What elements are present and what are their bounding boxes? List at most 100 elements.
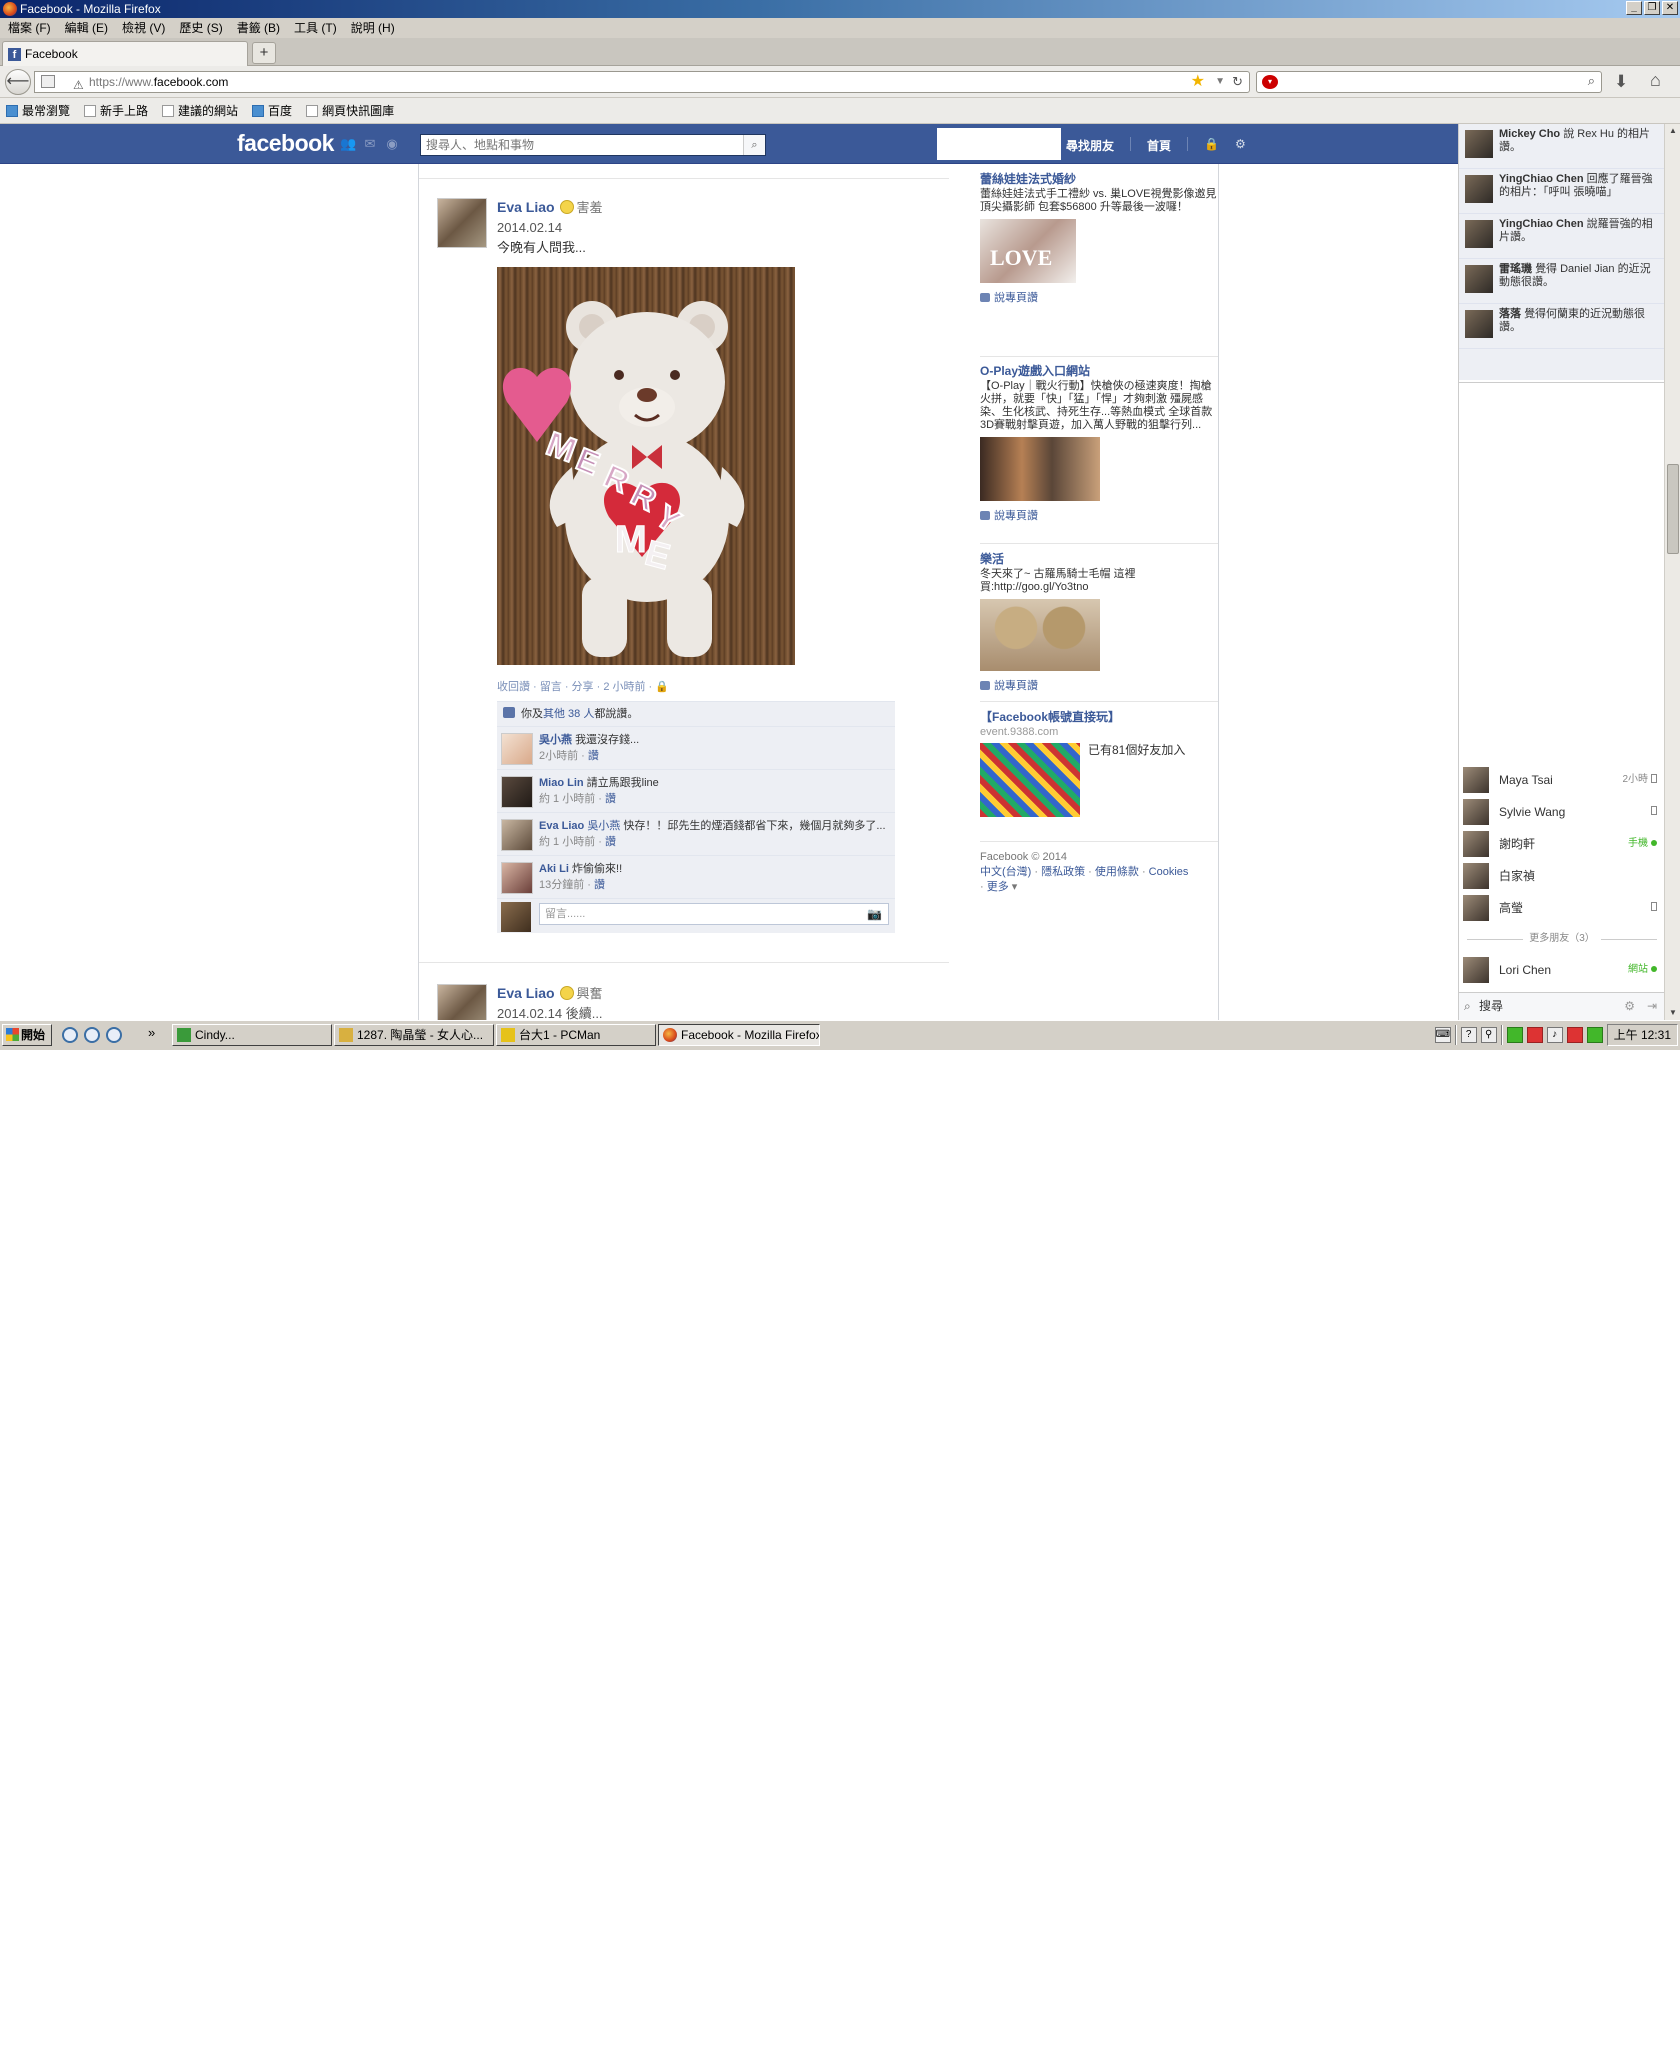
ad-title[interactable]: 【Facebook帳號直接玩】 (980, 710, 1218, 725)
media-player-icon[interactable] (84, 1027, 100, 1043)
author-avatar[interactable] (437, 198, 487, 248)
story-photo[interactable]: M E R R Y M E (497, 267, 795, 665)
commenter-avatar[interactable] (501, 862, 533, 894)
commenter-name[interactable]: 吳小燕 (539, 734, 572, 746)
find-friends-link[interactable]: 尋找朋友 (1066, 137, 1114, 154)
ticker-item[interactable]: YingChiao Chen 回應了羅晉強的相片：「呼叫 張曉喵」 (1459, 169, 1665, 214)
fb-search-input[interactable]: 搜尋人、地點和事物 ⌕ (420, 134, 766, 156)
ad-unit[interactable]: 【Facebook帳號直接玩】 event.9388.com 已有81個好友加入 (980, 710, 1218, 842)
taskbar-task[interactable]: 台大1 - PCMan (496, 1024, 656, 1046)
search-icon[interactable]: ⌕ (1588, 73, 1595, 89)
comment-time[interactable]: 2小時前 (539, 750, 578, 762)
taskbar-task-active[interactable]: Facebook - Mozilla Firefox (658, 1024, 820, 1046)
search-engine-icon[interactable]: ▾ (1262, 75, 1278, 89)
chat-friend[interactable]: Maya Tsai 2小時 (1459, 764, 1665, 796)
comment-mention[interactable]: 吳小燕 (587, 820, 620, 832)
comment-input[interactable]: 留言...... 📷 (539, 903, 889, 925)
scroll-down-arrow-icon[interactable]: ▼ (1665, 1006, 1680, 1020)
ad-image[interactable]: LOVE (980, 219, 1076, 283)
bookmark-baidu[interactable]: 百度 (252, 98, 292, 123)
url-bar[interactable]: ⚠ https://www.facebook.com ★ ▼ ↻ (34, 71, 1250, 93)
camera-icon[interactable]: 📷 (867, 904, 882, 924)
help-icon[interactable]: ? (1460, 1027, 1477, 1043)
minimize-button[interactable]: _ (1626, 1, 1642, 15)
home-icon[interactable]: ⌂ (1650, 70, 1661, 91)
bookmark-star-icon[interactable]: ★ (1191, 72, 1205, 92)
ad-title[interactable]: 樂活 (980, 552, 1218, 567)
notifications-icon[interactable]: ◉ (384, 137, 400, 151)
chat-options-gear-icon[interactable]: ⚙ (1624, 993, 1635, 1019)
antivirus-icon[interactable] (1526, 1027, 1543, 1043)
chat-hide-sidebar-icon[interactable]: ⇥ (1647, 993, 1657, 1019)
ad-like-page[interactable]: 說專頁讚 (980, 509, 1218, 523)
menu-edit[interactable]: 編輯 (E) (65, 18, 108, 38)
url-dropdown-icon[interactable]: ▼ (1215, 72, 1225, 92)
reload-icon[interactable]: ↻ (1232, 72, 1243, 92)
ad-unit[interactable]: 樂活 冬天來了~ 古羅馬騎士毛帽 這裡買:http://goo.gl/Yo3tn… (980, 552, 1218, 702)
search-engine-box[interactable]: ▾ ⌕ (1256, 71, 1602, 93)
download-icon[interactable]: ⬇ (1614, 72, 1628, 92)
ie-icon[interactable] (62, 1027, 78, 1043)
comment-like-link[interactable]: 讚 (588, 750, 599, 762)
scroll-up-arrow-icon[interactable]: ▲ (1665, 124, 1680, 138)
menu-tools[interactable]: 工具 (T) (294, 18, 337, 38)
author-name[interactable]: Eva Liao (497, 199, 555, 215)
comment-like-link[interactable]: 讚 (605, 836, 616, 848)
ad-image[interactable] (980, 599, 1100, 671)
menu-history[interactable]: 歷史 (S) (179, 18, 222, 38)
commenter-name[interactable]: Miao Lin (539, 777, 584, 789)
adobe-icon[interactable] (1566, 1027, 1583, 1043)
commenter-name[interactable]: Eva Liao (539, 820, 584, 832)
bookmark-web-slices[interactable]: 網頁快訊圖庫 (306, 98, 394, 123)
footer-cookies-link[interactable]: Cookies (1149, 866, 1189, 878)
volume-icon[interactable]: ♪ (1546, 1027, 1563, 1043)
messages-icon[interactable]: ✉ (362, 137, 378, 151)
bookmark-most-visited[interactable]: 最常瀏覽 (6, 98, 70, 123)
taskbar-task[interactable]: Cindy... (172, 1024, 332, 1046)
bookmark-getting-started[interactable]: 新手上路 (84, 98, 148, 123)
comment-time[interactable]: 13分鐘前 (539, 879, 584, 891)
footer-language-link[interactable]: 中文(台灣) (980, 866, 1031, 878)
browser-icon[interactable] (106, 1027, 122, 1043)
start-button[interactable]: 開始 (2, 1024, 52, 1046)
page-identity-icon[interactable] (41, 75, 55, 88)
footer-more-link[interactable]: 更多 (987, 881, 1009, 893)
author-avatar[interactable] (437, 984, 487, 1020)
story-actions[interactable]: 收回讚 · 留言 · 分享 · 2 小時前 · 🔒 (497, 679, 927, 695)
settings-gear-icon[interactable]: ⚙ (1235, 137, 1246, 154)
ticker-item[interactable]: 落落 覺得何蘭東的近況動態很讚。 (1459, 304, 1665, 349)
comment-like-link[interactable]: 讚 (594, 879, 605, 891)
ad-image[interactable] (980, 743, 1080, 817)
commenter-avatar[interactable] (501, 776, 533, 808)
bookmark-suggested-sites[interactable]: 建議的網站 (162, 98, 238, 123)
likes-link[interactable]: 其他 38 人 (543, 708, 594, 720)
chat-friend[interactable]: 高瑩 (1459, 892, 1665, 924)
comment-time[interactable]: 約 1 小時前 (539, 793, 595, 805)
comment-like-link[interactable]: 讚 (605, 793, 616, 805)
new-tab-button[interactable]: + (252, 42, 276, 64)
commenter-name[interactable]: Aki Li (539, 863, 569, 875)
chat-friend[interactable]: 謝昀軒 手機 (1459, 828, 1665, 860)
ad-like-page[interactable]: 說專頁讚 (980, 679, 1218, 693)
ad-title[interactable]: O-Play遊戲入口網站 (980, 364, 1218, 379)
commenter-avatar[interactable] (501, 733, 533, 765)
scrollbar-thumb[interactable] (1667, 464, 1679, 554)
ad-unit[interactable]: 蕾絲娃娃法式婚紗 蕾絲娃娃法式手工禮紗 vs. 巢LOVE視覺影像邀見頂尖攝影師… (980, 172, 1218, 357)
taskbar-clock[interactable]: 上午 12:31 (1606, 1024, 1678, 1046)
ad-image[interactable] (980, 437, 1100, 501)
comment-time[interactable]: 約 1 小時前 (539, 836, 595, 848)
search-icon[interactable]: ⌕ (743, 135, 765, 155)
menu-bookmarks[interactable]: 書籤 (B) (237, 18, 280, 38)
privacy-shortcuts-icon[interactable]: 🔒 (1204, 137, 1219, 154)
home-link[interactable]: 首頁 (1147, 137, 1171, 154)
line-app-icon[interactable] (1506, 1027, 1523, 1043)
footer-privacy-link[interactable]: 隱私政策 (1041, 866, 1085, 878)
footer-terms-link[interactable]: 使用條款 (1095, 866, 1139, 878)
chat-friend[interactable]: Lori Chen 網站 (1459, 954, 1665, 986)
ticker-item[interactable]: Mickey Cho 說 Rex Hu 的相片讚。 (1459, 124, 1665, 169)
menu-view[interactable]: 檢視 (V) (122, 18, 165, 38)
chat-friend[interactable]: 白家禎 (1459, 860, 1665, 892)
ad-unit[interactable]: O-Play遊戲入口網站 【O-Play｜戰火行動】快槍俠の極速爽度！掏槍火拼，… (980, 364, 1218, 544)
friend-requests-icon[interactable]: 👥 (340, 137, 356, 151)
menu-file[interactable]: 檔案 (F) (8, 18, 51, 38)
